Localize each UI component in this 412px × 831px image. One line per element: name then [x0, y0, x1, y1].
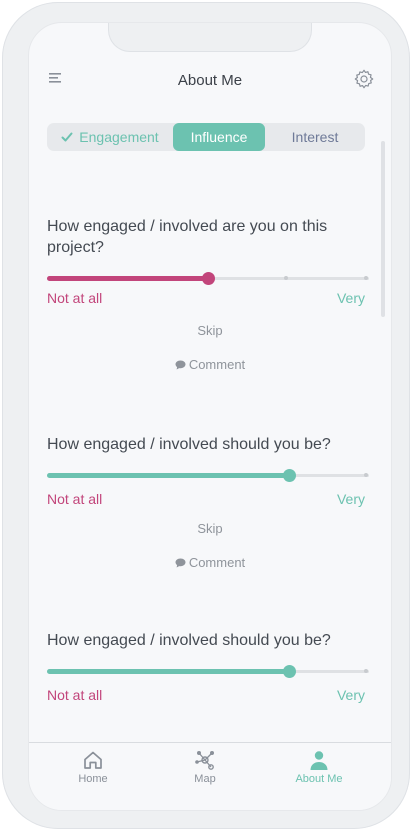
- nav-map[interactable]: Map: [145, 743, 265, 803]
- comment-icon: [175, 558, 186, 568]
- question-2-slider[interactable]: [47, 467, 369, 483]
- slider-tick: [284, 276, 288, 280]
- slider-fill: [47, 276, 208, 281]
- tab-interest-label: Interest: [291, 129, 339, 145]
- question-1-min-label: Not at all: [47, 290, 103, 306]
- home-icon: [84, 751, 102, 769]
- question-1-slider[interactable]: [47, 270, 369, 286]
- slider-thumb[interactable]: [202, 272, 215, 285]
- scrollbar[interactable]: [381, 141, 385, 317]
- page-title: About Me: [177, 72, 243, 89]
- assessment-tabs: Engagement Influence Interest: [47, 123, 365, 151]
- question-1-skip-button[interactable]: Skip: [29, 323, 391, 338]
- bottom-nav: Home Map About Me: [29, 742, 391, 810]
- question-1-max-label: Very: [336, 290, 365, 306]
- nav-home-label: Home: [78, 773, 108, 785]
- checkmark-icon: [61, 132, 73, 142]
- tab-influence-label: Influence: [190, 129, 248, 145]
- slider-thumb[interactable]: [283, 469, 296, 482]
- nav-about-me[interactable]: About Me: [259, 743, 379, 803]
- slider-tick: [364, 669, 368, 673]
- slider-fill: [47, 669, 289, 674]
- question-2-skip-button[interactable]: Skip: [29, 521, 391, 536]
- gear-icon[interactable]: [353, 68, 375, 90]
- slider-fill: [47, 473, 289, 478]
- comment-icon: [175, 360, 186, 370]
- nav-map-label: Map: [194, 773, 216, 785]
- question-2-text: How engaged / involved should you be?: [47, 436, 331, 453]
- network-icon: [195, 751, 214, 770]
- question-3-max-label: Very: [336, 687, 365, 703]
- person-icon: [310, 751, 328, 770]
- slider-tick: [364, 276, 368, 280]
- question-2-max-label: Very: [336, 491, 365, 507]
- tab-interest[interactable]: Interest: [265, 123, 365, 151]
- question-3-text: How engaged / involved should you be?: [47, 632, 331, 649]
- tab-influence[interactable]: Influence: [173, 123, 265, 151]
- nav-about-me-label: About Me: [295, 773, 343, 785]
- tab-engagement-label: Engagement: [79, 129, 159, 145]
- header: About Me: [29, 63, 391, 99]
- question-3-slider[interactable]: [47, 663, 369, 679]
- nav-home[interactable]: Home: [33, 743, 153, 803]
- question-1-comment-button[interactable]: Comment: [29, 357, 391, 372]
- device-notch: [108, 23, 312, 52]
- question-2-comment-button[interactable]: Comment: [29, 555, 391, 570]
- question-1-comment-label: Comment: [188, 357, 246, 372]
- slider-tick: [364, 473, 368, 477]
- question-2-min-label: Not at all: [47, 491, 103, 507]
- tab-engagement[interactable]: Engagement: [47, 123, 173, 151]
- slider-thumb[interactable]: [283, 665, 296, 678]
- question-3-min-label: Not at all: [47, 687, 103, 703]
- question-1-text: How engaged / involved are you on this p…: [47, 218, 328, 256]
- phone-frame: About Me Engagement Influence Interest H…: [2, 2, 410, 829]
- question-2-comment-label: Comment: [188, 555, 246, 570]
- app-screen: About Me Engagement Influence Interest H…: [28, 22, 392, 811]
